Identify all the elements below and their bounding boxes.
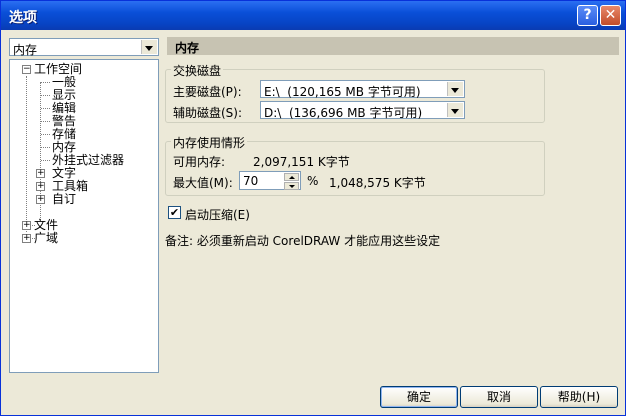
primary-disk-select[interactable]: E:\ (120,165 MB 字节可用) [260, 80, 465, 99]
page-header: 内存 [167, 37, 619, 55]
title-bar[interactable]: 选项 ? ✕ [1, 1, 625, 30]
primary-disk-value: E:\ (120,165 MB 字节可用) [264, 85, 421, 99]
available-memory-label: 可用内存: [173, 155, 226, 169]
spin-down-icon[interactable] [284, 182, 299, 190]
expand-icon[interactable]: + [22, 221, 31, 230]
collapse-icon[interactable]: − [22, 65, 31, 74]
category-select-value: 内存 [13, 43, 38, 57]
max-memory-stepper[interactable]: 70 [239, 171, 301, 190]
options-dialog: 选项 ? ✕ 内存 − 工作空间 一般 显示 编辑 警告 存储 内存 外挂式过滤… [0, 0, 626, 416]
help-button[interactable]: 帮助(H) [540, 386, 618, 408]
expand-icon[interactable]: + [36, 182, 45, 191]
close-icon[interactable]: ✕ [600, 5, 621, 26]
available-memory-value: 2,097,151 K字节 [253, 155, 350, 169]
chevron-down-icon[interactable] [141, 40, 157, 54]
compression-checkbox[interactable]: ✔ [168, 206, 181, 219]
secondary-disk-value: D:\ (136,696 MB 字节可用) [264, 106, 423, 120]
primary-disk-label: 主要磁盘(P): [173, 85, 242, 99]
expand-icon[interactable]: + [22, 234, 31, 243]
max-memory-label: 最大值(M): [173, 176, 233, 190]
help-icon[interactable]: ? [577, 5, 598, 26]
max-memory-kb: 1,048,575 K字节 [329, 176, 426, 190]
restart-note: 备注: 必须重新启动 CorelDRAW 才能应用这些设定 [165, 234, 441, 248]
tree-item-global[interactable]: 广域 [34, 232, 58, 245]
swap-disk-group-label: 交换磁盘 [171, 62, 224, 79]
expand-icon[interactable]: + [36, 195, 45, 204]
window-title: 选项 [9, 10, 37, 26]
options-tree[interactable]: − 工作空间 一般 显示 编辑 警告 存储 内存 外挂式过滤器 + 文字 + 工… [9, 59, 159, 373]
page-title: 内存 [175, 41, 200, 55]
category-select[interactable]: 内存 [9, 38, 159, 57]
chevron-down-icon[interactable] [447, 82, 463, 96]
cancel-button[interactable]: 取消 [460, 386, 538, 408]
secondary-disk-label: 辅助磁盘(S): [173, 106, 243, 120]
memory-usage-group-label: 内存使用情形 [171, 134, 248, 151]
spin-up-icon[interactable] [284, 173, 299, 181]
percent-sign: % [307, 174, 319, 188]
compression-label[interactable]: 启动压缩(E) [185, 206, 250, 223]
secondary-disk-select[interactable]: D:\ (136,696 MB 字节可用) [260, 101, 465, 120]
chevron-down-icon[interactable] [447, 103, 463, 117]
max-memory-value[interactable]: 70 [243, 174, 258, 188]
expand-icon[interactable]: + [36, 169, 45, 178]
ok-button[interactable]: 确定 [380, 386, 458, 408]
tree-item-customize[interactable]: 自订 [52, 193, 76, 206]
